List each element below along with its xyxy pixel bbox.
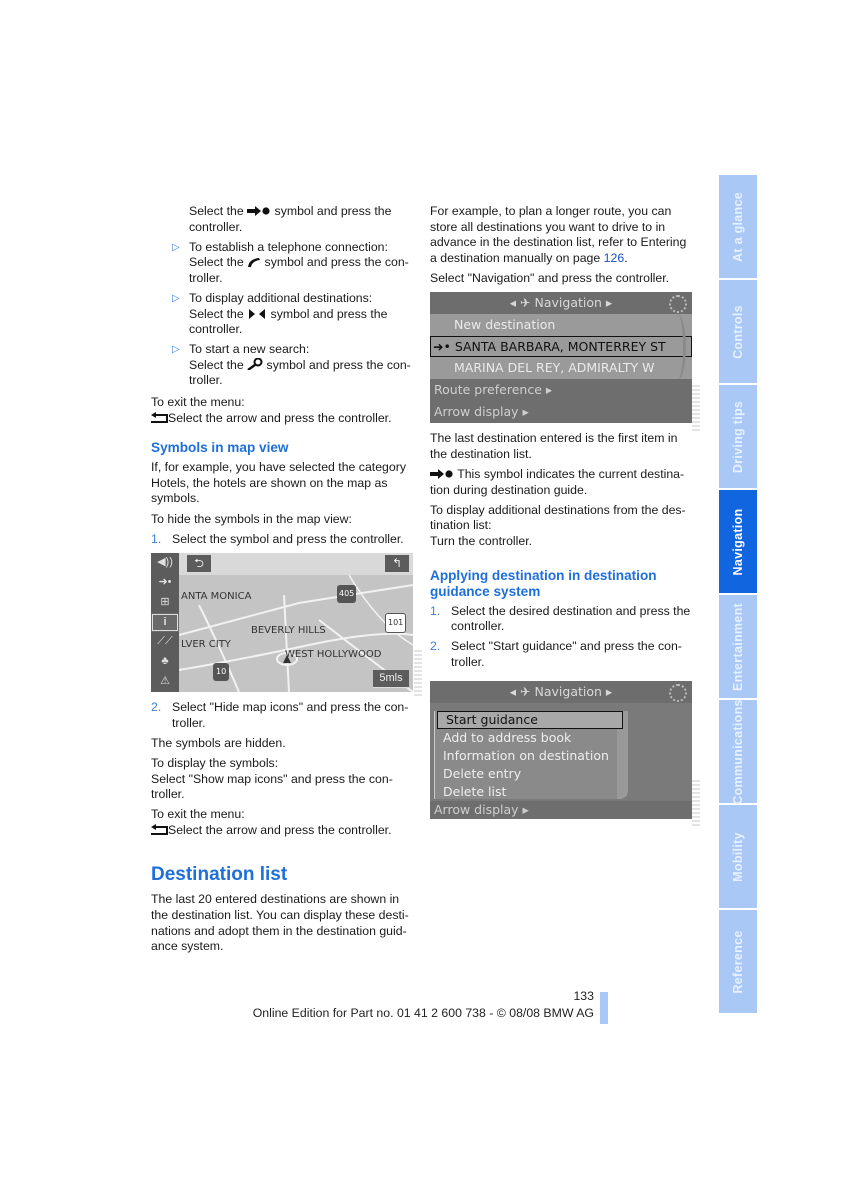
edition-footer: Online Edition for Part no. 01 41 2 600 …	[252, 1006, 594, 1020]
map-direction-button[interactable]: ↰	[385, 555, 409, 573]
menu-item-start-guidance[interactable]: Start guidance	[437, 710, 623, 729]
tab-reference[interactable]: Reference	[719, 910, 757, 1013]
symbols-hidden-text: The symbols are hidden.	[151, 735, 286, 750]
nav-row-arrow-display[interactable]: Arrow display ▸	[430, 401, 692, 424]
destination-list-paragraph: The last 20 entered destinations are sho…	[151, 892, 409, 954]
bullet-additional-destinations: ▷ To display additional destinations: Se…	[172, 290, 388, 337]
bullet-triangle-icon: ▷	[172, 241, 180, 253]
map-grid-icon[interactable]: ⊞	[151, 593, 179, 613]
navigation-destination-list-screenshot: ◂ ✈ Navigation ▸ New destination ➜• SANT…	[430, 292, 692, 424]
map-label: WEST HOLLYWOOD	[285, 649, 382, 661]
tab-driving-tips[interactable]: Driving tips	[719, 385, 757, 488]
additional-destinations-block: To display additional destinations from …	[430, 502, 686, 549]
menu-item-delete-entry[interactable]: Delete entry	[435, 765, 617, 783]
left-column: Select the symbol and press the controll…	[151, 204, 413, 959]
satellite-icon: ✈	[520, 295, 531, 311]
page-marker-bar	[600, 992, 608, 1024]
page-number: 133	[573, 989, 594, 1003]
section-title-symbols-map-view: Symbols in map view	[151, 440, 289, 456]
section-title-applying-destination: Applying destination in destination guid…	[430, 567, 657, 599]
menu-item-add-to-address-book[interactable]: Add to address book	[435, 729, 617, 747]
hide-symbols-label: To hide the symbols in the map view:	[151, 511, 352, 526]
page-link[interactable]: 126	[604, 251, 625, 265]
highway-shield: 405	[337, 585, 357, 603]
current-destination-icon: ➜•	[433, 339, 455, 355]
highway-shield: 101	[385, 613, 407, 633]
image-code-caption	[414, 650, 422, 696]
map-back-button[interactable]: ⮌	[187, 555, 211, 573]
arrow-left-icon: ◂	[509, 683, 517, 699]
map-label: LVER CITY	[181, 639, 231, 651]
nav-row-destination[interactable]: MARINA DEL REY, ADMIRALTY W	[430, 357, 692, 380]
image-code-caption	[692, 385, 700, 431]
nav-header: ◂ ✈ Navigation ▸	[430, 292, 692, 315]
tab-communications[interactable]: Communications	[719, 699, 757, 804]
intro-line: Select the symbol and press the controll…	[189, 204, 392, 234]
back-arrow-icon	[151, 823, 168, 835]
menu-item-delete-list[interactable]: Delete list	[435, 783, 617, 801]
symbols-paragraph: If, for example, you have selected the c…	[151, 460, 406, 506]
nav-row-selected-destination[interactable]: ➜• SANTA BARBARA, MONTERREY ST	[430, 336, 692, 358]
arrow-left-icon: ◂	[509, 295, 517, 311]
current-destination-icon	[430, 469, 453, 480]
arrows-left-right-icon	[249, 308, 266, 319]
map-top-bar	[179, 553, 413, 576]
controller-icon	[669, 295, 687, 314]
step-2: 2. Select "Start guidance" and press the…	[430, 639, 682, 669]
tab-mobility[interactable]: Mobility	[719, 805, 757, 908]
symbol-explanation: This symbol indicates the current destin…	[430, 467, 685, 497]
destination-icon[interactable]: ➜•	[151, 573, 179, 593]
map-view-screenshot: ⮌ ↰ ◀)) ➜• ⊞ i ⟋⟋ ♣ ⚠ ANTA MONICA BEVERL…	[151, 553, 413, 693]
tab-at-a-glance[interactable]: At a glance	[719, 175, 757, 278]
chapter-tabs: At a glance Controls Driving tips Naviga…	[719, 175, 757, 1015]
bullet-triangle-icon: ▷	[172, 292, 180, 304]
arrow-right-icon: ▸	[605, 295, 613, 311]
current-destination-icon	[247, 206, 270, 216]
step-1: 1. Select the desired destination and pr…	[430, 603, 691, 634]
map-label: ANTA MONICA	[181, 591, 252, 603]
bullet-triangle-icon: ▷	[172, 344, 180, 356]
traffic-icon[interactable]: ♣	[151, 652, 179, 672]
nav-header: ◂ ✈ Navigation ▸	[430, 680, 692, 703]
section-title-destination-list: Destination list	[151, 864, 288, 886]
nav-row-new-destination[interactable]: New destination	[430, 314, 692, 337]
volume-icon[interactable]: ◀))	[151, 553, 179, 573]
map-scale[interactable]: 5mls	[373, 670, 409, 689]
info-icon[interactable]: i	[151, 612, 179, 633]
arrow-right-icon: ▸	[605, 683, 613, 699]
phone-icon	[248, 258, 261, 268]
step-1: 1. Select the symbol and press the contr…	[151, 531, 404, 546]
bullet-telephone: ▷ To establish a telephone connection: S…	[172, 239, 409, 285]
bullet-new-search: ▷ To start a new search: Select the symb…	[172, 342, 411, 388]
controller-icon	[669, 683, 687, 702]
highway-shield: 10	[213, 663, 230, 681]
map-label: BEVERLY HILLS	[251, 625, 326, 637]
search-key-icon	[247, 357, 263, 370]
satellite-icon: ✈	[520, 683, 531, 699]
context-menu: Start guidance Add to address book Infor…	[434, 710, 623, 801]
exit-menu-block-2: To exit the menu: Select the arrow and p…	[151, 807, 392, 837]
tab-entertainment[interactable]: Entertainment	[719, 595, 757, 698]
start-guidance-menu-screenshot: ◂ ✈ Navigation ▸ Start guidance Add to a…	[430, 680, 692, 819]
display-symbols-block: To display the symbols: Select "Show map…	[151, 755, 393, 802]
step-2: 2. Select "Hide map icons" and press the…	[151, 700, 409, 730]
warning-icon[interactable]: ⚠	[151, 672, 179, 692]
last-destination-text: The last destination entered is the firs…	[430, 431, 678, 462]
right-column: For example, to plan a longer route, you…	[430, 204, 692, 827]
nav-row-route-preference[interactable]: Route preference ▸	[430, 379, 692, 402]
exit-menu-block-1: To exit the menu: Select the arrow and p…	[151, 395, 392, 425]
menu-item-information-on-destination[interactable]: Information on destination	[435, 747, 617, 765]
tab-navigation[interactable]: Navigation	[719, 490, 757, 593]
scroll-indicator	[669, 314, 686, 381]
nav-row-arrow-display[interactable]: Arrow display ▸	[430, 800, 692, 819]
tab-controls[interactable]: Controls	[719, 280, 757, 383]
image-code-caption	[692, 780, 700, 826]
select-navigation-text: Select "Navigation" and press the contro…	[430, 270, 670, 285]
intro-paragraph: For example, to plan a longer route, you…	[430, 204, 687, 265]
back-arrow-icon	[151, 411, 168, 423]
map-side-menu: ◀)) ➜• ⊞ i ⟋⟋ ♣ ⚠	[151, 553, 179, 693]
road-icon[interactable]: ⟋⟋	[151, 632, 179, 652]
